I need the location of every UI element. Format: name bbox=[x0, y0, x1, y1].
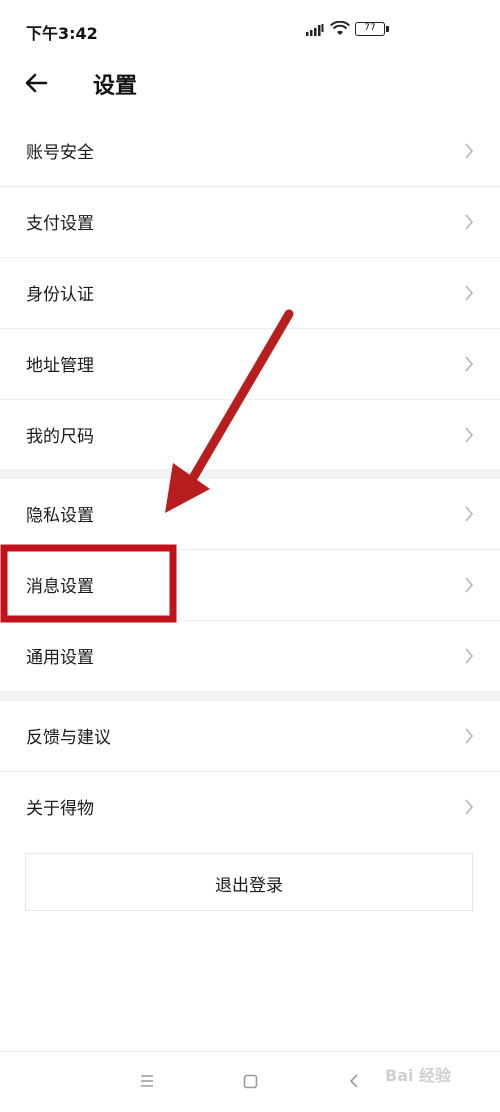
chevron-right-icon bbox=[465, 648, 474, 664]
settings-item-label: 消息设置 bbox=[26, 577, 94, 597]
settings-item-my-size[interactable]: 我的尺码 bbox=[0, 400, 500, 470]
settings-item-label: 我的尺码 bbox=[26, 427, 94, 447]
settings-item-payment[interactable]: 支付设置 bbox=[0, 187, 500, 258]
settings-item-label: 账号安全 bbox=[26, 143, 94, 163]
arrow-left-icon[interactable] bbox=[20, 66, 54, 100]
settings-item-account-security[interactable]: 账号安全 bbox=[0, 116, 500, 187]
watermark: Bai 经验 bbox=[385, 1066, 452, 1085]
settings-item-privacy[interactable]: 隐私设置 bbox=[0, 479, 500, 550]
section-divider bbox=[0, 469, 500, 479]
page-title: 设置 bbox=[93, 74, 138, 99]
section-divider bbox=[0, 691, 500, 701]
status-time: 下午3:42 bbox=[26, 24, 98, 43]
settings-item-identity[interactable]: 身份认证 bbox=[0, 258, 500, 329]
settings-item-messages[interactable]: 消息设置 bbox=[0, 550, 500, 621]
settings-group-account: 账号安全 支付设置 身份认证 地址管理 我的尺码 bbox=[0, 116, 500, 470]
settings-item-label: 关于得物 bbox=[26, 799, 94, 819]
chevron-right-icon bbox=[465, 143, 474, 159]
settings-item-address[interactable]: 地址管理 bbox=[0, 329, 500, 400]
settings-item-about[interactable]: 关于得物 bbox=[0, 772, 500, 842]
settings-item-general[interactable]: 通用设置 bbox=[0, 621, 500, 691]
chevron-right-icon bbox=[465, 506, 474, 522]
settings-item-feedback[interactable]: 反馈与建议 bbox=[0, 701, 500, 772]
chevron-right-icon bbox=[465, 285, 474, 301]
logout-button[interactable]: 退出登录 bbox=[25, 853, 473, 911]
settings-item-label: 身份认证 bbox=[26, 285, 94, 305]
chevron-right-icon bbox=[465, 799, 474, 815]
chevron-right-icon bbox=[465, 728, 474, 744]
home-square-icon[interactable] bbox=[243, 1074, 258, 1089]
settings-item-label: 隐私设置 bbox=[26, 506, 94, 526]
settings-group-about: 反馈与建议 关于得物 bbox=[0, 701, 500, 842]
chevron-right-icon bbox=[465, 577, 474, 593]
battery-icon: 77 bbox=[355, 22, 389, 36]
chevron-right-icon bbox=[465, 356, 474, 372]
settings-item-label: 反馈与建议 bbox=[26, 728, 111, 748]
status-bar: 下午3:42 77 bbox=[0, 0, 500, 60]
settings-item-label: 通用设置 bbox=[26, 648, 94, 668]
header: 设置 bbox=[0, 60, 500, 115]
wifi-icon bbox=[330, 21, 350, 35]
signal-icon bbox=[306, 24, 324, 36]
battery-level: 77 bbox=[364, 23, 376, 33]
settings-item-label: 支付设置 bbox=[26, 214, 94, 234]
menu-icon[interactable] bbox=[139, 1074, 155, 1088]
chevron-right-icon bbox=[465, 214, 474, 230]
settings-group-general: 隐私设置 消息设置 通用设置 bbox=[0, 479, 500, 691]
settings-item-label: 地址管理 bbox=[26, 356, 94, 376]
back-chevron-icon[interactable] bbox=[348, 1073, 360, 1089]
chevron-right-icon bbox=[465, 427, 474, 443]
logout-label: 退出登录 bbox=[215, 876, 283, 896]
